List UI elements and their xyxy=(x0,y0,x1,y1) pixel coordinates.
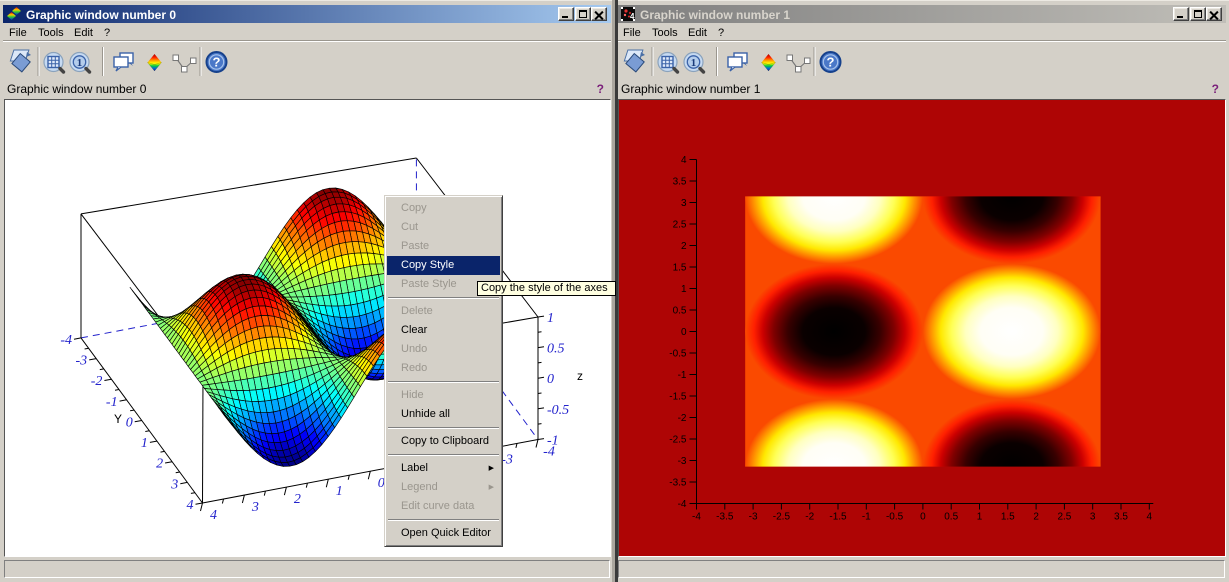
svg-text:-2: -2 xyxy=(678,413,687,424)
svg-text:1.5: 1.5 xyxy=(1001,512,1015,523)
svg-text:2: 2 xyxy=(156,457,163,472)
svg-text:-1.5: -1.5 xyxy=(669,392,687,403)
svg-text:0: 0 xyxy=(681,327,687,338)
svg-text:2: 2 xyxy=(681,241,687,252)
svg-text:0: 0 xyxy=(547,372,554,387)
svg-text:-3: -3 xyxy=(749,512,758,523)
svg-text:-1: -1 xyxy=(678,370,687,381)
svg-text:-2.5: -2.5 xyxy=(669,435,687,446)
svg-text:1.5: 1.5 xyxy=(673,263,687,274)
svg-text:-1: -1 xyxy=(106,395,118,410)
svg-text:3.5: 3.5 xyxy=(673,177,687,188)
svg-text:1: 1 xyxy=(977,512,983,523)
svg-text:2: 2 xyxy=(294,492,301,507)
svg-text:-3.5: -3.5 xyxy=(716,512,734,523)
svg-text:0.5: 0.5 xyxy=(944,512,958,523)
svg-text:-3: -3 xyxy=(76,354,88,369)
svg-text:-3: -3 xyxy=(501,452,513,467)
svg-text:-3.5: -3.5 xyxy=(669,478,687,489)
svg-text:2: 2 xyxy=(1033,512,1039,523)
svg-text:-1: -1 xyxy=(547,434,559,449)
svg-text:-3: -3 xyxy=(678,456,687,467)
svg-text:2.5: 2.5 xyxy=(1057,512,1071,523)
svg-text:1: 1 xyxy=(547,311,554,326)
svg-text:-4: -4 xyxy=(692,512,701,523)
svg-text:0: 0 xyxy=(126,416,133,431)
svg-text:4: 4 xyxy=(681,155,687,166)
svg-text:0.5: 0.5 xyxy=(547,342,565,357)
svg-text:4: 4 xyxy=(210,508,217,523)
svg-text:3: 3 xyxy=(251,500,259,515)
svg-text:-1: -1 xyxy=(862,512,871,523)
svg-text:-2.5: -2.5 xyxy=(773,512,791,523)
svg-text:-2: -2 xyxy=(805,512,814,523)
svg-text:1: 1 xyxy=(681,284,687,295)
svg-text:-0.5: -0.5 xyxy=(886,512,904,523)
svg-text:3: 3 xyxy=(681,198,687,209)
svg-text:2.5: 2.5 xyxy=(673,220,687,231)
svg-text:1: 1 xyxy=(336,484,343,499)
svg-text:4: 4 xyxy=(187,498,194,513)
svg-text:-0.5: -0.5 xyxy=(547,403,569,418)
svg-text:3.5: 3.5 xyxy=(1114,512,1128,523)
svg-text:0: 0 xyxy=(920,512,926,523)
svg-text:-0.5: -0.5 xyxy=(669,349,687,360)
svg-text:1: 1 xyxy=(141,436,148,451)
svg-text:3: 3 xyxy=(1090,512,1096,523)
svg-text:3: 3 xyxy=(170,477,178,492)
svg-text:z: z xyxy=(577,369,583,383)
svg-text:-4: -4 xyxy=(60,333,72,348)
svg-text:-1.5: -1.5 xyxy=(829,512,847,523)
svg-text:Y: Y xyxy=(114,412,122,426)
svg-text:4: 4 xyxy=(1147,512,1153,523)
svg-text:-4: -4 xyxy=(678,499,687,510)
svg-text:-2: -2 xyxy=(91,374,103,389)
svg-text:0.5: 0.5 xyxy=(673,306,687,317)
